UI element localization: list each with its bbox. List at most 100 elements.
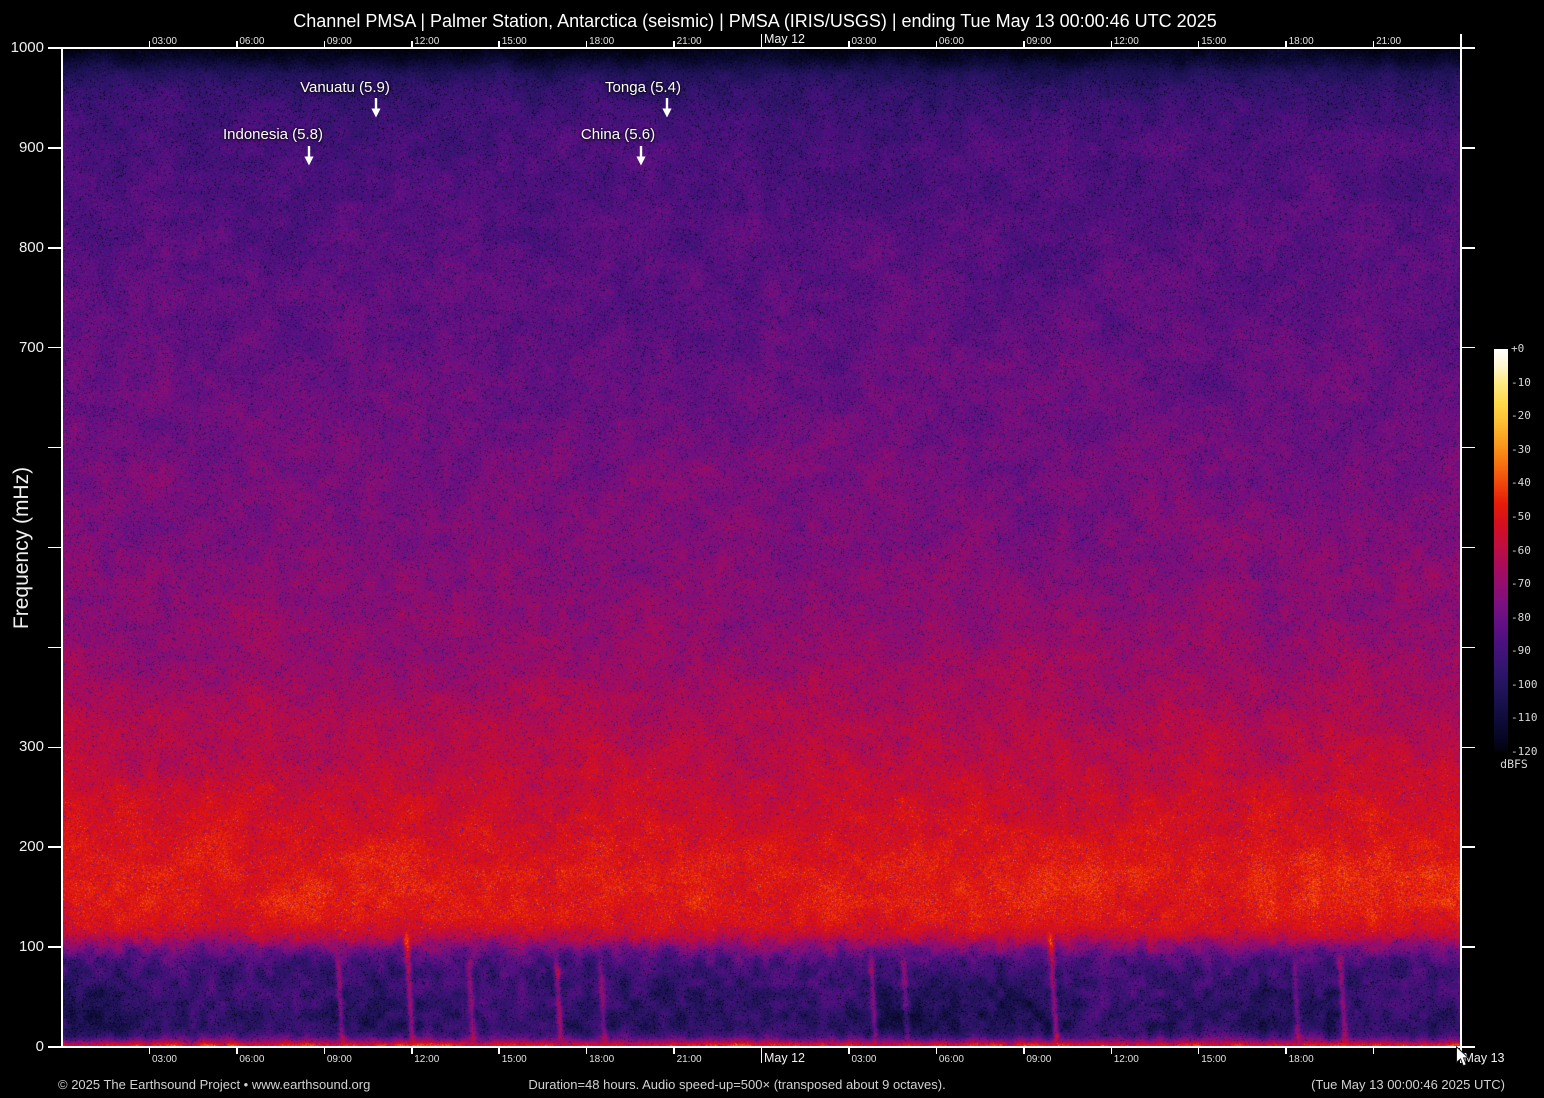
x-tick-label: 09:00 [326,35,352,47]
down-arrow-icon [636,146,646,166]
x-tick-label: 15:00 [1201,1053,1227,1065]
frequency-axis-label: Frequency (mHz) [10,466,34,629]
x-tick-label: 09:00 [1026,35,1052,47]
y-tick [1461,946,1475,948]
y-tick [1461,546,1475,549]
x-tick [148,41,151,48]
x-tick [148,1047,151,1054]
x-tick-label: 03:00 [851,1053,877,1065]
down-arrow-icon [371,98,381,118]
x-tick [673,1047,675,1054]
y-tick [1461,646,1475,649]
y-tick [48,1046,62,1048]
y-tick [48,746,62,749]
footer-timestamp: (Tue May 13 00:00:46 2025 UTC) [1311,1077,1505,1092]
x-tick-label: 12:00 [414,35,440,47]
x-tick [760,34,763,48]
x-tick [585,41,588,48]
colorbar-tick-label: -90 [1511,644,1531,658]
x-tick-label: 15:00 [1201,35,1227,47]
earthsound-spectrogram-page: Channel PMSA | Palmer Station, Antarctic… [0,0,1544,1098]
x-tick-label: 15:00 [501,35,527,47]
x-tick-label: 21:00 [1376,35,1402,47]
y-tick [48,846,62,848]
x-tick-label: 03:00 [151,1053,177,1065]
x-tick-label: May 12 [764,1051,805,1065]
x-tick [1110,41,1112,48]
x-tick-label: 12:00 [1113,35,1139,47]
x-tick-label: 03:00 [151,35,177,47]
annotation-label: Indonesia (5.8) [222,126,324,143]
colorbar-tick-label: -60 [1511,543,1531,557]
page-title: Channel PMSA | Palmer Station, Antarctic… [293,11,1217,31]
x-tick [848,1047,850,1054]
y-tick [48,646,62,649]
x-tick [848,41,850,48]
x-tick-label: 06:00 [938,35,964,47]
x-tick-label: 15:00 [501,1053,527,1065]
x-tick-label: 09:00 [1026,1053,1052,1065]
x-tick-label: 09:00 [326,1053,352,1065]
x-tick [1023,1047,1025,1054]
down-arrow-icon [662,98,672,118]
x-tick-label: 18:00 [589,35,615,47]
y-tick [48,346,62,349]
colorbar-unit-label: dBFS [1500,757,1528,771]
x-tick [411,1047,413,1054]
x-tick [673,41,675,48]
x-tick-label: 21:00 [676,1053,702,1065]
x-tick [1372,1047,1375,1054]
x-tick-label: 21:00 [676,35,702,47]
x-tick [760,1047,763,1063]
colorbar-tick-label: -20 [1511,409,1531,423]
x-tick [1197,1047,1200,1054]
mouse-cursor-icon [1456,1046,1470,1067]
frequency-axis-label-wrap: Frequency (mHz) [0,48,44,1047]
colorbar-tick-label: -10 [1511,375,1531,389]
x-tick-label: 06:00 [938,1053,964,1065]
x-tick [1372,41,1375,48]
x-tick-label: May 12 [764,32,805,46]
x-tick [498,1047,500,1054]
y-tick [1461,47,1475,49]
x-tick-label: 12:00 [414,1053,440,1065]
colorbar-tick-label: +0 [1511,342,1525,355]
y-tick [1461,147,1475,149]
x-tick [323,1047,326,1054]
y-tick [1461,446,1475,449]
x-tick [236,1047,238,1054]
x-tick [1110,1047,1112,1054]
annotation-label: China (5.6) [580,126,656,143]
x-tick [323,41,326,48]
y-tick [1461,346,1475,349]
y-tick [48,946,62,948]
y-tick [1461,746,1475,749]
spectrogram-plot [62,48,1461,1047]
y-tick [48,147,62,149]
annotation-label: Vanuatu (5.9) [300,79,390,96]
colorbar-tick-label: -40 [1511,476,1531,490]
x-tick [1285,41,1287,48]
y-tick [1461,846,1475,848]
colorbar-tick-label: -30 [1511,442,1531,456]
x-tick-label: 12:00 [1113,1053,1139,1065]
x-tick-label: 06:00 [239,35,265,47]
x-tick-label: 06:00 [239,1053,265,1065]
y-tick [48,247,62,249]
colorbar [1494,349,1508,752]
colorbar-tick-label: -110 [1511,711,1538,725]
colorbar-tick-label: -80 [1511,610,1531,624]
x-tick [935,1047,938,1054]
y-tick [48,47,62,49]
x-tick-label: 18:00 [1288,35,1314,47]
x-tick-label: 18:00 [1288,1053,1314,1065]
x-tick [411,41,413,48]
x-tick-label: 18:00 [589,1053,615,1065]
y-tick [1461,247,1475,249]
y-tick [48,546,62,549]
x-tick [585,1047,588,1054]
colorbar-tick-label: -70 [1511,577,1531,591]
x-tick [1285,1047,1287,1054]
x-tick [935,41,938,48]
colorbar-tick-label: -100 [1511,677,1538,691]
